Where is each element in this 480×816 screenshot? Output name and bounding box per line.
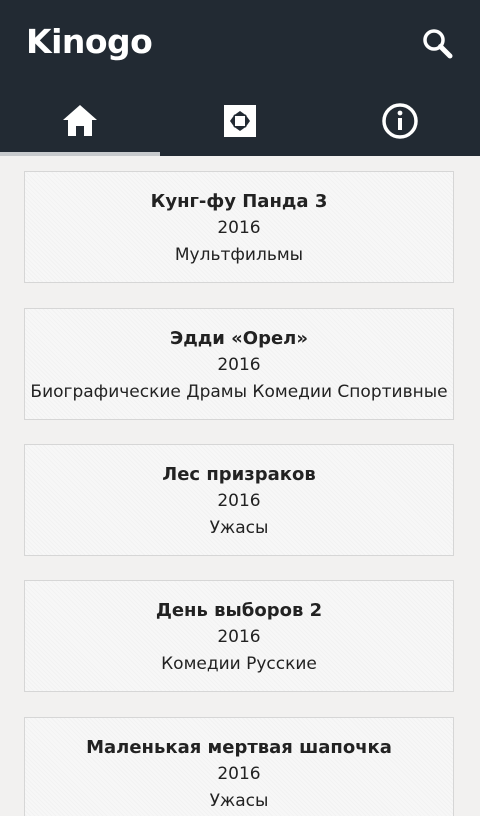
tab-home[interactable] — [0, 86, 160, 156]
movie-year: 2016 — [217, 355, 261, 375]
tab-fullscreen[interactable] — [160, 86, 320, 156]
movie-genres: Ужасы — [209, 518, 269, 538]
movie-title: Эдди «Орел» — [170, 328, 308, 349]
movie-genres: Биографические Драмы Комедии Спортивные — [30, 382, 448, 402]
movie-year: 2016 — [217, 764, 261, 784]
movie-title: День выборов 2 — [155, 600, 323, 621]
movie-year: 2016 — [217, 627, 261, 647]
movie-list: Кунг-фу Панда 3 2016 Мультфильмы Эдди «О… — [0, 156, 480, 816]
movie-card[interactable]: Маленькая мертвая шапочка 2016 Ужасы — [24, 717, 454, 816]
app-title: Kinogo — [26, 22, 153, 61]
fullscreen-icon — [224, 105, 256, 137]
tab-info[interactable] — [320, 86, 480, 156]
movie-card[interactable]: Кунг-фу Панда 3 2016 Мультфильмы — [24, 171, 454, 283]
movie-genres: Ужасы — [209, 791, 269, 811]
movie-year: 2016 — [217, 218, 261, 238]
movie-genres: Мультфильмы — [174, 245, 304, 265]
movie-card[interactable]: Лес призраков 2016 Ужасы — [24, 444, 454, 556]
movie-year: 2016 — [217, 491, 261, 511]
home-icon — [63, 105, 97, 136]
movie-card[interactable]: Эдди «Орел» 2016 Биографические Драмы Ко… — [24, 308, 454, 420]
movie-title: Маленькая мертвая шапочка — [86, 737, 392, 758]
app-bar: Kinogo — [0, 0, 480, 156]
movie-title: Кунг-фу Панда 3 — [150, 191, 328, 212]
movie-genres: Комедии Русские — [161, 654, 317, 674]
search-icon — [423, 29, 453, 59]
movie-card[interactable]: День выборов 2 2016 Комедии Русские — [24, 580, 454, 692]
info-icon — [382, 103, 418, 139]
movie-title: Лес призраков — [162, 464, 316, 485]
search-button[interactable] — [418, 24, 458, 64]
tab-bar — [0, 86, 480, 156]
